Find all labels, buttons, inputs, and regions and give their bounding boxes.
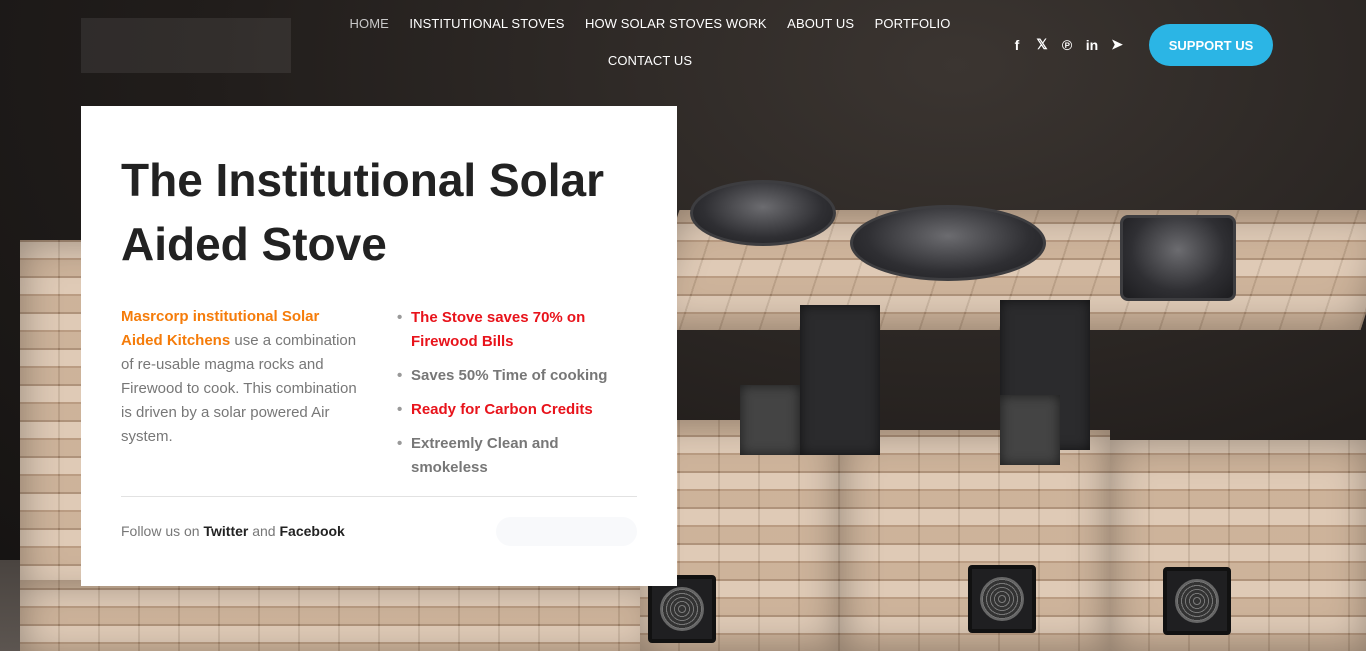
feature-item: Ready for Carbon Credits (397, 398, 627, 422)
hero-card: The Institutional Solar Aided Stove Masr… (81, 106, 677, 586)
pinterest-icon[interactable]: ℗ (1060, 37, 1074, 53)
cooking-pot (690, 180, 836, 246)
follow-prefix: Follow us on (121, 523, 204, 539)
nav-about-us[interactable]: ABOUT US (787, 8, 854, 40)
follow-us-text: Follow us on Twitter and Facebook (121, 523, 345, 539)
nav-portfolio[interactable]: PORTFOLIO (875, 8, 951, 40)
stove-door (1000, 395, 1060, 465)
linkedin-icon[interactable]: in (1085, 37, 1099, 53)
support-us-button[interactable]: SUPPORT US (1149, 24, 1273, 66)
site-logo[interactable] (81, 18, 291, 73)
feature-item: The Stove saves 70% on Firewood Bills (397, 306, 627, 354)
hero-title: The Institutional Solar Aided Stove (121, 154, 605, 270)
cooking-pot (1120, 215, 1236, 301)
air-fan (1163, 567, 1231, 635)
stove-block-3 (1110, 440, 1366, 651)
divider (121, 496, 637, 497)
nav-contact-us[interactable]: CONTACT US (608, 45, 692, 77)
nav-institutional-stoves[interactable]: INSTITUTIONAL STOVES (409, 8, 564, 40)
x-icon[interactable]: 𝕏 (1035, 36, 1049, 53)
social-share-placeholder (496, 517, 637, 546)
cooking-pot (850, 205, 1046, 281)
telegram-icon[interactable]: ➤ (1110, 36, 1124, 53)
social-links: f 𝕏 ℗ in ➤ (1010, 36, 1124, 53)
facebook-link[interactable]: Facebook (279, 523, 344, 539)
nav-row-2: CONTACT US (330, 49, 970, 77)
stove-counter-front (20, 580, 660, 651)
stove-door (740, 385, 800, 455)
nav-home[interactable]: HOME (350, 8, 389, 40)
main-navigation: HOME INSTITUTIONAL STOVES HOW SOLAR STOV… (330, 8, 970, 77)
metal-panel (800, 305, 880, 455)
follow-and: and (248, 523, 280, 539)
feature-list: The Stove saves 70% on Firewood Bills Sa… (397, 306, 627, 490)
twitter-link[interactable]: Twitter (203, 523, 248, 539)
feature-item: Extreemly Clean and smokeless (397, 432, 627, 480)
air-fan (968, 565, 1036, 633)
nav-how-solar-stoves-work[interactable]: HOW SOLAR STOVES WORK (585, 8, 767, 40)
feature-item: Saves 50% Time of cooking (397, 364, 627, 388)
hero-intro: Masrcorp institutional Solar Aided Kitch… (121, 305, 361, 449)
facebook-icon[interactable]: f (1010, 37, 1024, 53)
